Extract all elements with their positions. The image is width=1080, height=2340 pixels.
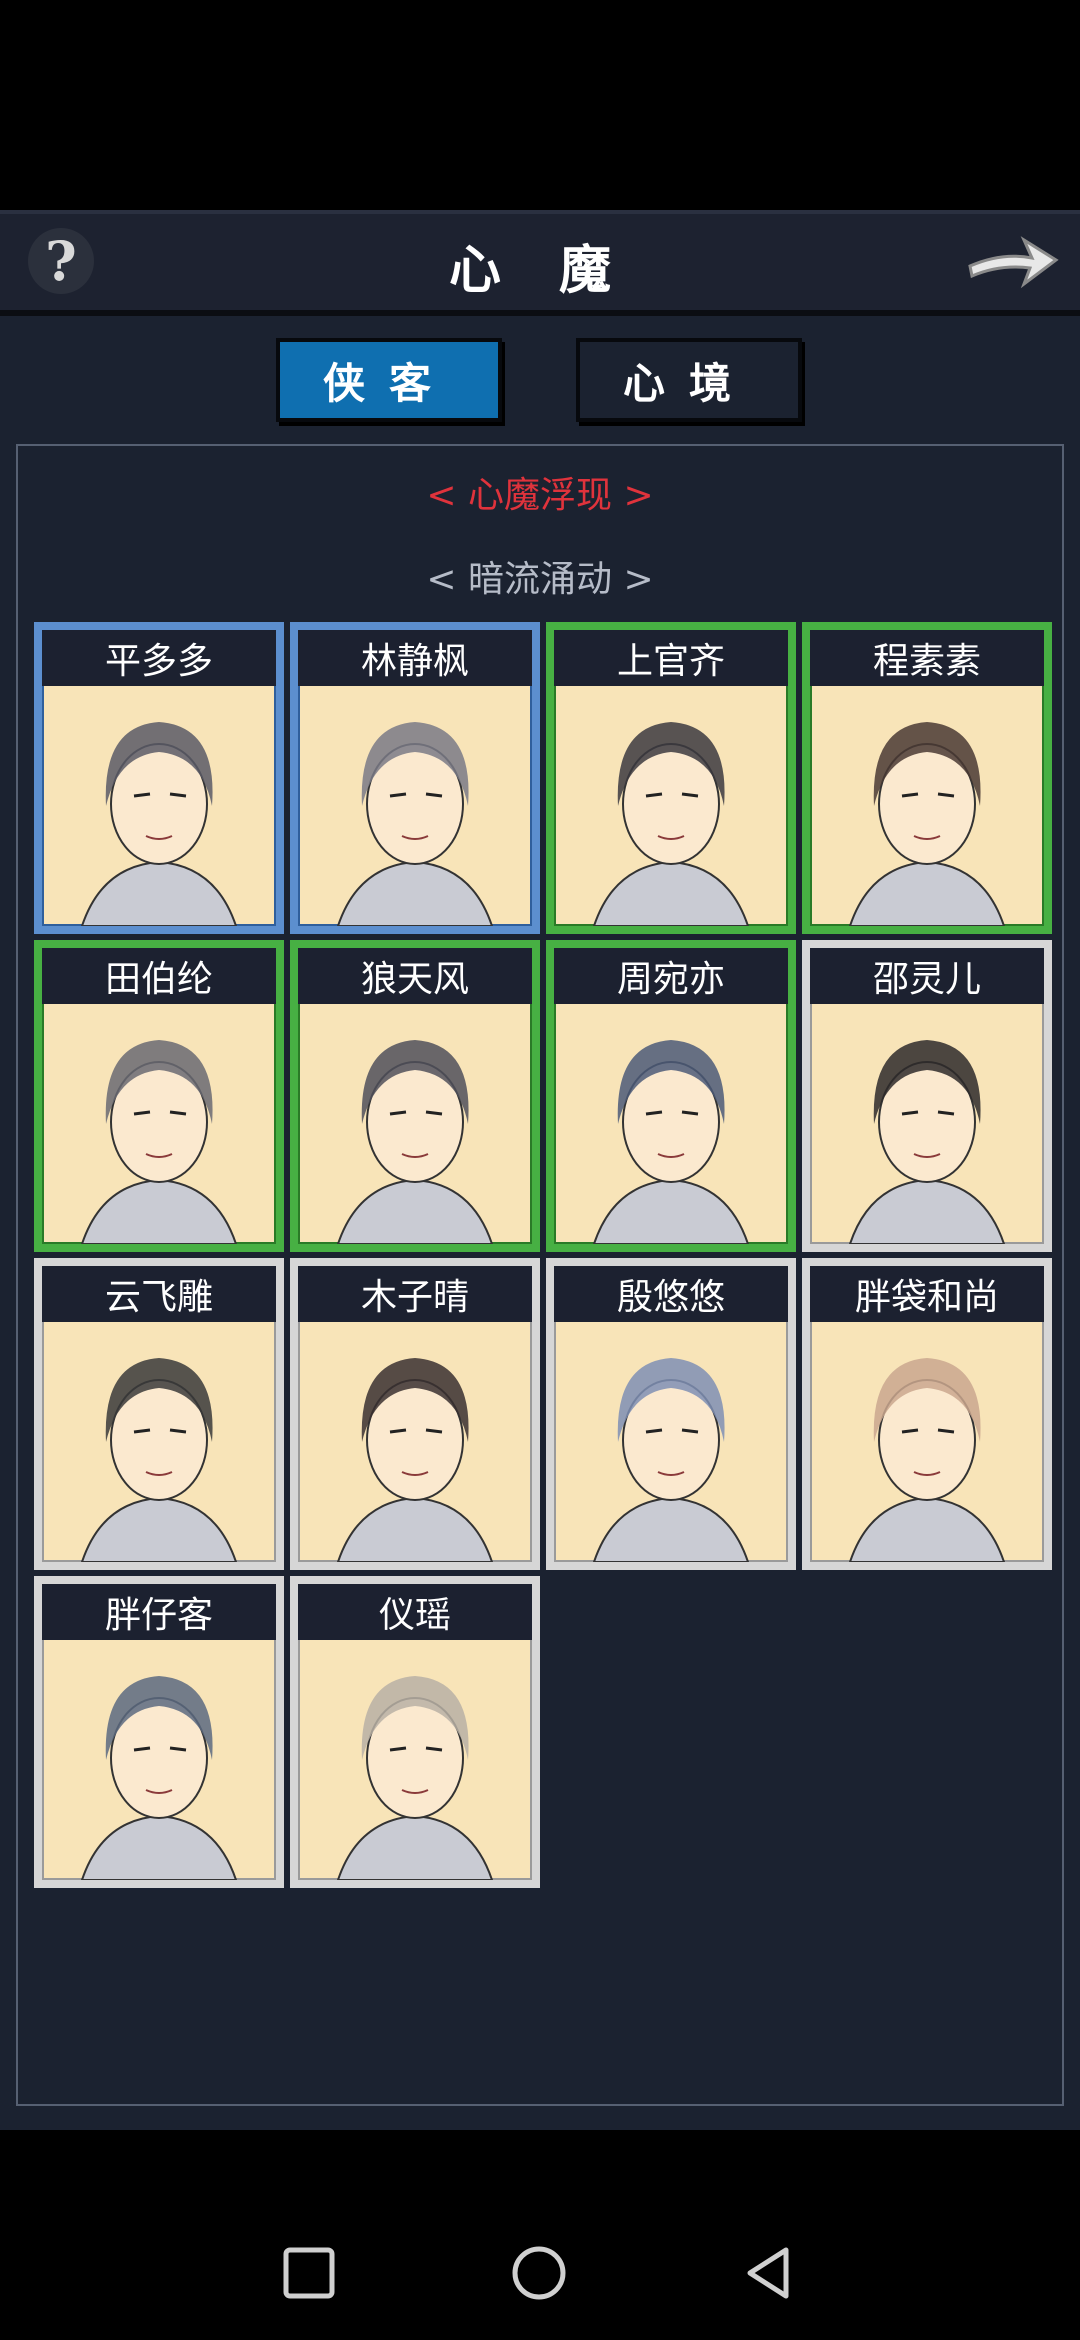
portrait-illustration xyxy=(80,722,238,926)
character-portrait xyxy=(298,686,532,926)
character-name: 程素素 xyxy=(810,630,1044,686)
character-name: 胖仔客 xyxy=(42,1584,276,1640)
character-grid: 平多多 林静枫 上官齐 程素素田伯纶 狼天风 周宛亦 邵灵儿云飞雕 木子晴 殷悠悠 胖袋和尚胖仔客… xyxy=(34,622,1052,1888)
character-name: 邵灵儿 xyxy=(810,948,1044,1004)
portrait-illustration xyxy=(848,1040,1006,1244)
character-card[interactable]: 云飞雕 xyxy=(34,1258,284,1570)
character-name: 上官齐 xyxy=(554,630,788,686)
character-name: 木子晴 xyxy=(298,1266,532,1322)
recent-apps-button[interactable] xyxy=(276,2240,342,2306)
character-portrait xyxy=(298,1322,532,1562)
portrait-illustration xyxy=(336,1676,494,1880)
character-portrait xyxy=(810,686,1044,926)
portrait-illustration xyxy=(592,1358,750,1562)
character-portrait xyxy=(42,1640,276,1880)
section-heading-latent: < 暗流涌动 > xyxy=(426,559,654,600)
character-portrait xyxy=(554,686,788,926)
character-panel: < 心魔浮现 > < 暗流涌动 > 平多多 林静枫 上官齐 程素素田伯纶 狼天风 周宛亦邵… xyxy=(16,444,1064,2106)
system-nav-bar xyxy=(0,2130,1080,2340)
character-card[interactable]: 平多多 xyxy=(34,622,284,934)
character-portrait xyxy=(42,1004,276,1244)
character-portrait xyxy=(42,1322,276,1562)
portrait-illustration xyxy=(592,1040,750,1244)
page-title: 心 魔 xyxy=(448,240,632,301)
portrait-illustration xyxy=(80,1676,238,1880)
arrow-right-icon xyxy=(968,236,1059,289)
character-card[interactable]: 殷悠悠 xyxy=(546,1258,796,1570)
portrait-illustration xyxy=(80,1040,238,1244)
portrait-illustration xyxy=(80,1358,238,1562)
square-icon xyxy=(283,2247,335,2299)
main-content: 侠客 心境 < 心魔浮现 > < 暗流涌动 > 平多多 林静枫 上官齐 程素素田伯纶狼… xyxy=(0,316,1080,2130)
character-card[interactable]: 胖袋和尚 xyxy=(802,1258,1052,1570)
character-card[interactable]: 上官齐 xyxy=(546,622,796,934)
next-button[interactable] xyxy=(962,222,1062,298)
character-portrait xyxy=(810,1322,1044,1562)
character-card[interactable]: 仪瑶 xyxy=(290,1576,540,1888)
character-portrait xyxy=(810,1004,1044,1244)
back-button[interactable] xyxy=(736,2240,802,2306)
character-portrait xyxy=(554,1004,788,1244)
character-card[interactable]: 周宛亦 xyxy=(546,940,796,1252)
portrait-illustration xyxy=(336,722,494,926)
home-button[interactable] xyxy=(506,2240,572,2306)
status-bar xyxy=(0,0,1080,210)
character-card[interactable]: 程素素 xyxy=(802,622,1052,934)
character-name: 林静枫 xyxy=(298,630,532,686)
portrait-illustration xyxy=(848,1358,1006,1562)
header-bar: ? 心 魔 xyxy=(0,210,1080,316)
character-name: 殷悠悠 xyxy=(554,1266,788,1322)
character-name: 平多多 xyxy=(42,630,276,686)
character-portrait xyxy=(298,1004,532,1244)
tab-xinjing[interactable]: 心境 xyxy=(576,338,802,422)
character-name: 周宛亦 xyxy=(554,948,788,1004)
character-portrait xyxy=(298,1640,532,1880)
character-portrait xyxy=(42,686,276,926)
portrait-illustration xyxy=(592,722,750,926)
character-card[interactable]: 林静枫 xyxy=(290,622,540,934)
character-name: 狼天风 xyxy=(298,948,532,1004)
section-heading-active: < 心魔浮现 > xyxy=(426,475,654,516)
triangle-back-icon xyxy=(747,2247,789,2299)
character-name: 仪瑶 xyxy=(298,1584,532,1640)
character-card[interactable]: 狼天风 xyxy=(290,940,540,1252)
character-name: 云飞雕 xyxy=(42,1266,276,1322)
portrait-illustration xyxy=(336,1358,494,1562)
character-name: 田伯纶 xyxy=(42,948,276,1004)
character-portrait xyxy=(554,1322,788,1562)
character-card[interactable]: 胖仔客 xyxy=(34,1576,284,1888)
character-card[interactable]: 邵灵儿 xyxy=(802,940,1052,1252)
portrait-illustration xyxy=(336,1040,494,1244)
character-name: 胖袋和尚 xyxy=(810,1266,1044,1322)
circle-icon xyxy=(512,2246,566,2300)
character-card[interactable]: 木子晴 xyxy=(290,1258,540,1570)
portrait-illustration xyxy=(848,722,1006,926)
tab-xiake[interactable]: 侠客 xyxy=(276,338,502,422)
character-card[interactable]: 田伯纶 xyxy=(34,940,284,1252)
